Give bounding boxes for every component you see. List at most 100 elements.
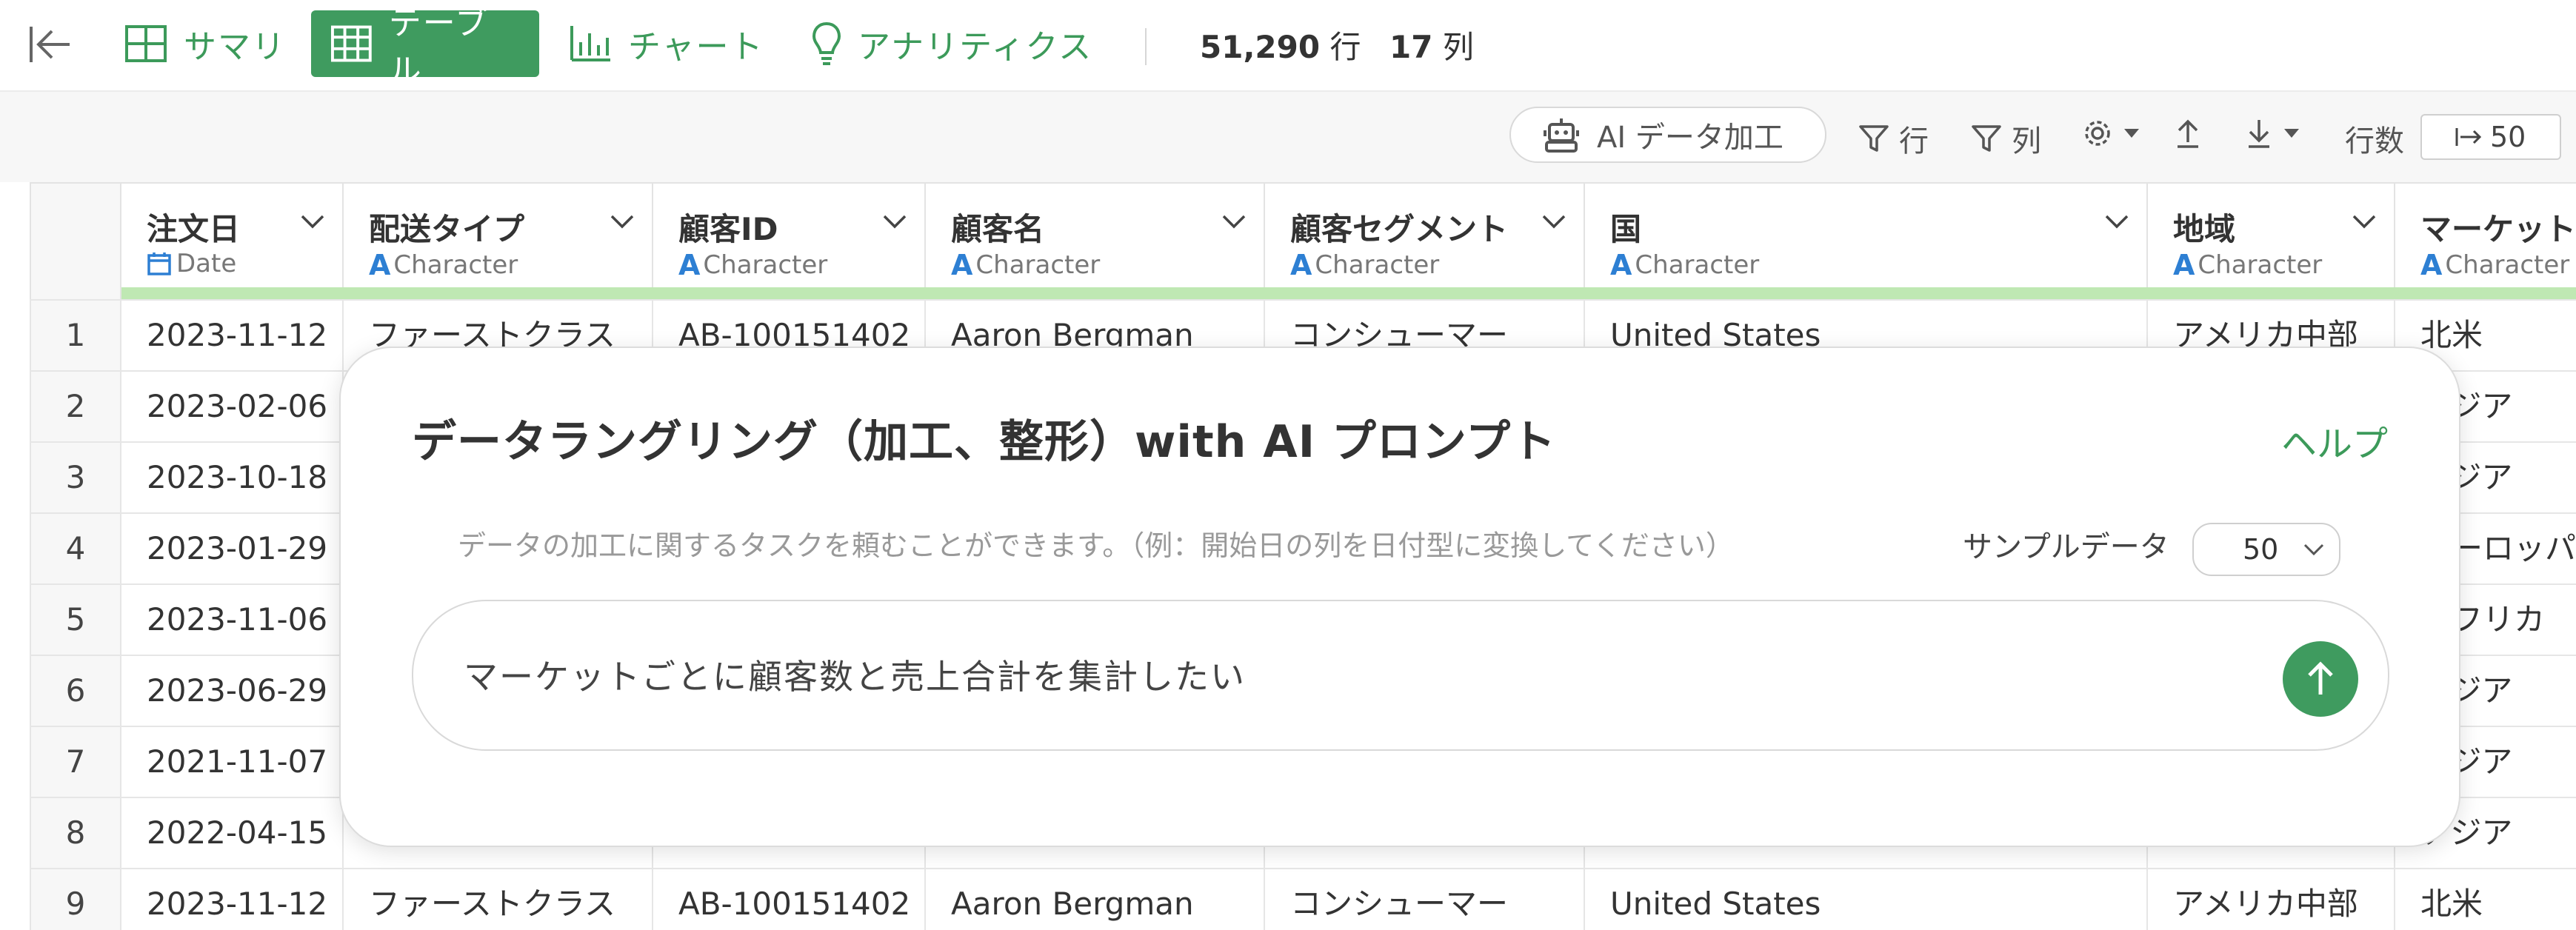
table-cell[interactable]: 2023-11-12 — [121, 301, 344, 370]
tab-analytics[interactable]: アナリティクス — [793, 10, 1112, 77]
sort-descending-button[interactable] — [2244, 117, 2309, 150]
character-type-icon: A — [1610, 249, 1632, 281]
chevron-down-icon[interactable] — [609, 213, 635, 231]
arrow-up-icon — [2178, 119, 2198, 148]
table-cell[interactable]: United States — [1585, 869, 2148, 930]
table-cell[interactable]: 北米 — [2395, 869, 2576, 930]
caret-down-icon — [2284, 129, 2299, 138]
column-type: A Character — [1610, 249, 1760, 281]
tab-table[interactable]: テーブル — [311, 4, 539, 90]
column-header[interactable]: 国 A Character — [1585, 182, 2148, 299]
filter-icon — [1972, 125, 2001, 152]
column-header[interactable]: 顧客ID A Character — [653, 182, 926, 299]
table-cell[interactable]: コンシューマー — [1265, 869, 1585, 930]
character-type-icon: A — [2420, 249, 2443, 281]
table-cell[interactable]: 2022-04-15 — [121, 798, 344, 868]
settings-menu-button[interactable] — [2081, 117, 2149, 150]
table-cell[interactable]: Aaron Bergman — [926, 869, 1265, 930]
arrow-up-icon — [2308, 661, 2333, 695]
filter-icon — [1859, 125, 1889, 152]
ai-data-wrangling-button[interactable]: AI データ加工 — [1509, 107, 1826, 163]
chevron-down-icon[interactable] — [1221, 213, 1247, 231]
table-toolbar: AI データ加工 行 列 行数 50 — [0, 92, 2576, 182]
table-cell[interactable]: 2023-02-06 — [121, 372, 344, 441]
tab-analytics-label: アナリティクス — [858, 28, 1093, 66]
character-type-icon: A — [678, 249, 701, 281]
column-header[interactable]: マーケット A Character — [2395, 182, 2576, 299]
robot-icon — [1544, 118, 1579, 153]
chevron-down-icon[interactable] — [299, 213, 326, 231]
dialog-description: データの加工に関するタスクを頼むことができます。（例：開始日の列を日付型に変換し… — [458, 529, 1734, 562]
tab-chart[interactable]: チャート — [550, 10, 784, 77]
arrow-down-icon — [2249, 120, 2269, 148]
table-cell[interactable]: 2023-11-12 — [121, 869, 344, 930]
column-type: Date — [147, 249, 236, 278]
column-header[interactable]: 顧客セグメント A Character — [1265, 182, 1585, 299]
table-cell[interactable]: 2021-11-07 — [121, 727, 344, 797]
sample-data-select[interactable]: 50 — [2192, 523, 2340, 576]
character-type-icon: A — [2173, 249, 2195, 281]
sample-data-label: サンプルデータ — [1963, 530, 2169, 564]
gear-icon — [2085, 121, 2110, 146]
table-cell[interactable]: 2023-11-06 — [121, 585, 344, 655]
column-type: A Character — [678, 249, 828, 281]
column-count: 17 列 — [1389, 29, 1474, 65]
row-index: 1 — [30, 301, 121, 370]
chevron-down-icon[interactable] — [881, 213, 908, 231]
row-index: 4 — [30, 514, 121, 583]
chevron-down-icon — [2303, 543, 2324, 556]
filter-rows-button[interactable]: 行 — [1858, 117, 1929, 160]
sort-ascending-button[interactable] — [2173, 117, 2212, 150]
filter-columns-button[interactable]: 列 — [1970, 117, 2041, 160]
row-index: 8 — [30, 798, 121, 868]
column-type: A Character — [951, 249, 1101, 281]
calendar-icon — [147, 252, 171, 275]
rows-count-input[interactable]: 50 — [2420, 114, 2561, 160]
ai-prompt-dialog: データラングリング（加工、整形）with AI プロンプト ヘルプ データの加工… — [339, 347, 2460, 847]
table-icon — [330, 25, 372, 62]
character-type-icon: A — [951, 249, 973, 281]
table-cell[interactable]: 2023-01-29 — [121, 514, 344, 583]
lightbulb-icon — [812, 21, 841, 65]
table-cell[interactable]: AB-100151402 — [653, 869, 926, 930]
dialog-title: データラングリング（加工、整形）with AI プロンプト — [412, 416, 1557, 468]
table-cell[interactable]: ファーストクラス — [344, 869, 653, 930]
column-header[interactable]: 顧客名 A Character — [926, 182, 1265, 299]
row-count: 51,290 行 — [1200, 29, 1361, 65]
tab-chart-label: チャート — [628, 28, 764, 66]
help-link[interactable]: ヘルプ — [2281, 415, 2388, 466]
chevron-down-icon[interactable] — [1541, 213, 1567, 231]
column-type: A Character — [1290, 249, 1440, 281]
bar-chart-icon — [570, 26, 610, 61]
top-navigation: サマリ テーブル チャート アナリティクス 51,290 行 17 列 — [0, 0, 2576, 92]
prompt-input[interactable]: マーケットごとに顧客数と売上合計を集計したい — [412, 600, 2389, 751]
chevron-down-icon[interactable] — [2351, 213, 2378, 231]
ai-button-label: AI データ加工 — [1597, 121, 1783, 155]
row-index: 6 — [30, 656, 121, 726]
table-cell[interactable]: アメリカ中部 — [2148, 869, 2395, 930]
row-index: 3 — [30, 443, 121, 512]
nav-divider — [1145, 28, 1147, 65]
collapse-sidebar-icon[interactable] — [28, 24, 73, 65]
grid-icon — [125, 25, 167, 62]
chevron-down-icon[interactable] — [2103, 213, 2130, 231]
table-cell[interactable]: 2023-06-29 — [121, 656, 344, 726]
tab-table-label: テーブル — [388, 4, 490, 90]
table-cell[interactable]: 2023-10-18 — [121, 443, 344, 512]
tab-summary[interactable]: サマリ — [105, 10, 305, 77]
table-row[interactable]: 9 2023-11-12 ファーストクラス AB-100151402 Aaron Ber… — [30, 868, 2576, 930]
column-quality-bar — [121, 287, 2576, 299]
row-index: 9 — [30, 869, 121, 930]
character-type-icon: A — [369, 249, 391, 281]
prompt-text[interactable]: マーケットごとに顧客数と売上合計を集計したい — [464, 650, 1246, 699]
column-header[interactable]: 配送タイプ A Character — [344, 182, 653, 299]
character-type-icon: A — [1290, 249, 1312, 281]
rows-count-label: 行数 — [2345, 124, 2404, 158]
row-index-header — [30, 182, 121, 299]
column-header[interactable]: 注文日 Date — [121, 182, 344, 299]
column-type: A Character — [2420, 249, 2570, 281]
column-header[interactable]: 地域 A Character — [2148, 182, 2395, 299]
column-type: A Character — [369, 249, 518, 281]
send-button[interactable] — [2283, 641, 2358, 717]
row-index: 5 — [30, 585, 121, 655]
